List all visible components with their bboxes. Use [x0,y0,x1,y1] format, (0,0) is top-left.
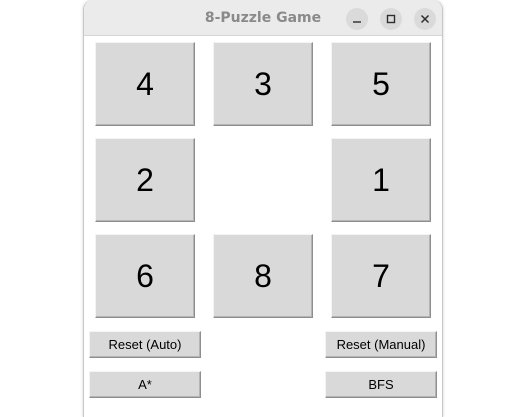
tile[interactable]: 5 [331,42,431,126]
minimize-button[interactable] [346,8,368,30]
tile[interactable]: 4 [95,42,195,126]
tile[interactable]: 8 [213,234,313,318]
empty-cell [213,138,313,222]
tile[interactable]: 2 [95,138,195,222]
tile[interactable]: 3 [213,42,313,126]
close-button[interactable] [414,8,436,30]
close-icon [420,14,430,24]
astar-button[interactable]: A* [89,371,201,398]
minimize-icon [353,21,361,23]
bfs-button[interactable]: BFS [325,371,437,398]
reset-manual-button[interactable]: Reset (Manual) [325,331,437,358]
tile[interactable]: 6 [95,234,195,318]
tile[interactable]: 7 [331,234,431,318]
maximize-button[interactable] [380,8,402,30]
maximize-icon [386,14,396,24]
tile[interactable]: 1 [331,138,431,222]
title-bar[interactable]: 8-Puzzle Game [84,0,442,36]
reset-auto-button[interactable]: Reset (Auto) [89,331,201,358]
app-window: 8-Puzzle Game 4 3 5 2 1 6 8 7 Reset (Aut… [83,0,443,417]
